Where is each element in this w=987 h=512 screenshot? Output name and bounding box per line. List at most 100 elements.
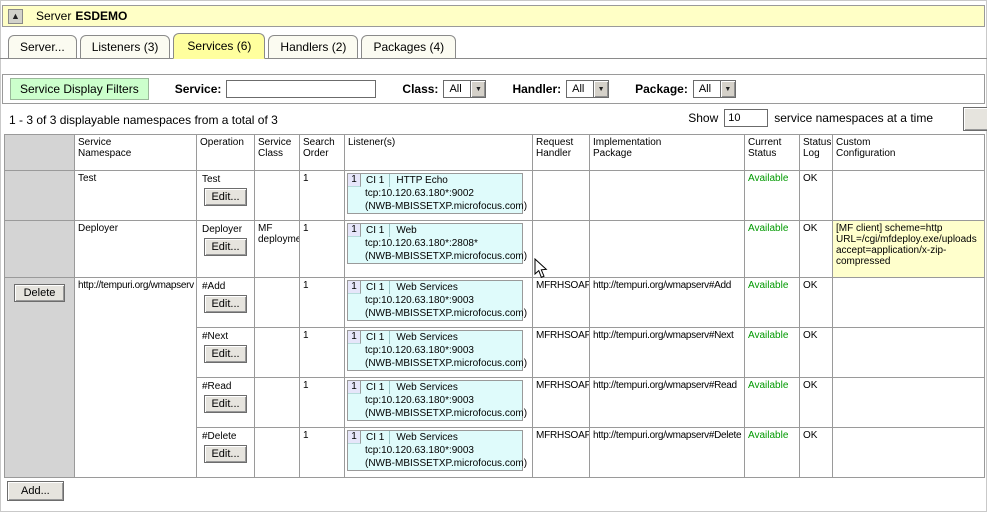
operation-cell: #Add Edit...	[197, 278, 255, 328]
listeners-cell: 1 CI 1 Web Services tcp:10.120.63.180*:9…	[345, 378, 533, 428]
listener-comms: CI 1	[361, 431, 390, 444]
namespace-count-summary: 1 - 3 of 3 displayable namespaces from a…	[9, 113, 278, 127]
package-filter-group: Package: All ▼	[635, 80, 736, 98]
listener-comms: CI 1	[361, 281, 390, 294]
refresh-button-partial[interactable]	[963, 107, 987, 131]
handler-filter-select[interactable]: All ▼	[566, 80, 609, 98]
request-handler-cell: MFRHSOAP	[533, 428, 590, 478]
operation-cell: Test Edit...	[197, 171, 255, 221]
chevron-down-icon[interactable]: ▼	[720, 81, 735, 97]
table-header-row: Service Namespace Operation Service Clas…	[5, 135, 985, 171]
custom-config-cell	[833, 328, 985, 378]
col-implementation-package: Implementation Package	[590, 135, 745, 171]
listener-host: (NWB-MBISSETXP.microfocus.com)	[348, 250, 522, 263]
listener-endpoint: tcp:10.120.63.180*:9003	[348, 394, 522, 407]
col-service-class: Service Class	[255, 135, 300, 171]
col-service-namespace: Service Namespace	[75, 135, 197, 171]
col-action	[5, 135, 75, 171]
listener-name: Web Services	[390, 281, 464, 294]
handler-filter-value: All	[567, 81, 593, 97]
tab-services[interactable]: Services (6)	[173, 33, 265, 59]
action-cell	[5, 221, 75, 278]
service-filter-input[interactable]	[226, 80, 376, 98]
class-filter-select[interactable]: All ▼	[443, 80, 486, 98]
custom-config-cell: [MF client] scheme=http URL=/cgi/mfdeplo…	[833, 221, 985, 278]
service-class-cell	[255, 328, 300, 378]
service-row-deployer: Deployer Deployer Edit... MF deployment …	[5, 221, 985, 278]
listener-endpoint: tcp:10.120.63.180*:9003	[348, 294, 522, 307]
listener-endpoint: tcp:10.120.63.180*:9003	[348, 444, 522, 457]
collapse-triangle-icon[interactable]: ▲	[8, 9, 23, 24]
custom-config-cell	[833, 171, 985, 221]
listener-host: (NWB-MBISSETXP.microfocus.com)	[348, 307, 522, 320]
search-order-cell: 1	[300, 171, 345, 221]
current-status-cell: Available	[745, 428, 800, 478]
current-status-cell: Available	[745, 378, 800, 428]
package-filter-select[interactable]: All ▼	[693, 80, 736, 98]
chevron-down-icon[interactable]: ▼	[470, 81, 485, 97]
service-filter-group: Service:	[175, 80, 377, 98]
custom-config-cell	[833, 428, 985, 478]
operation-name: #Next	[200, 330, 251, 342]
operation-cell: #Next Edit...	[197, 328, 255, 378]
listener-index: 1	[348, 431, 361, 444]
tab-handlers[interactable]: Handlers (2)	[268, 35, 358, 59]
implementation-cell: http://tempuri.org/wmapserv#Next	[590, 328, 745, 378]
operation-name: #Read	[200, 380, 251, 392]
edit-button[interactable]: Edit...	[204, 395, 246, 413]
operation-name: #Add	[200, 280, 251, 292]
edit-button[interactable]: Edit...	[204, 345, 246, 363]
request-handler-cell	[533, 171, 590, 221]
listener-index: 1	[348, 381, 361, 394]
class-filter-group: Class: All ▼	[402, 80, 486, 98]
listeners-cell: 1 CI 1 Web Services tcp:10.120.63.180*:9…	[345, 428, 533, 478]
listener-name: Web	[390, 224, 422, 237]
listener-entry: 1 CI 1 Web Services tcp:10.120.63.180*:9…	[347, 430, 523, 471]
chevron-down-icon[interactable]: ▼	[593, 81, 608, 97]
search-order-cell: 1	[300, 328, 345, 378]
listeners-cell: 1 CI 1 Web tcp:10.120.63.180*:2808* (NWB…	[345, 221, 533, 278]
mouse-cursor	[534, 258, 548, 279]
status-log-cell: OK	[800, 221, 833, 278]
listener-endpoint: tcp:10.120.63.180*:2808*	[348, 237, 522, 250]
server-titlebar: ▲ ServerESDEMO	[2, 5, 985, 27]
operation-name: Test	[200, 173, 251, 185]
operation-name: Deployer	[200, 223, 251, 235]
col-operation: Operation	[197, 135, 255, 171]
edit-button[interactable]: Edit...	[204, 295, 246, 313]
implementation-cell: http://tempuri.org/wmapserv#Add	[590, 278, 745, 328]
listener-comms: CI 1	[361, 381, 390, 394]
listener-entry: 1 CI 1 Web Services tcp:10.120.63.180*:9…	[347, 280, 523, 321]
listener-comms: CI 1	[361, 174, 390, 187]
listener-host: (NWB-MBISSETXP.microfocus.com)	[348, 200, 522, 213]
tab-packages[interactable]: Packages (4)	[361, 35, 456, 59]
tab-server[interactable]: Server...	[8, 35, 77, 59]
listener-index: 1	[348, 224, 361, 237]
operation-cell: #Read Edit...	[197, 378, 255, 428]
add-button[interactable]: Add...	[7, 481, 64, 501]
col-current-status: Current Status	[745, 135, 800, 171]
current-status-cell: Available	[745, 171, 800, 221]
operation-cell: Deployer Edit...	[197, 221, 255, 278]
delete-button[interactable]: Delete	[14, 284, 66, 302]
listener-name: Web Services	[390, 431, 464, 444]
class-filter-label: Class:	[402, 82, 438, 96]
col-custom-configuration: Custom Configuration	[833, 135, 985, 171]
edit-button[interactable]: Edit...	[204, 238, 246, 256]
server-title: ServerESDEMO	[36, 9, 127, 23]
show-count-input[interactable]	[724, 109, 768, 127]
service-row-wmapserv-add: Delete http://tempuri.org/wmapserv #Add …	[5, 278, 985, 328]
request-handler-cell: MFRHSOAP	[533, 378, 590, 428]
col-search-order: Search Order	[300, 135, 345, 171]
listeners-cell: 1 CI 1 HTTP Echo tcp:10.120.63.180*:9002…	[345, 171, 533, 221]
service-class-cell	[255, 378, 300, 428]
status-log-cell: OK	[800, 328, 833, 378]
edit-button[interactable]: Edit...	[204, 188, 246, 206]
edit-button[interactable]: Edit...	[204, 445, 246, 463]
status-log-cell: OK	[800, 171, 833, 221]
listeners-cell: 1 CI 1 Web Services tcp:10.120.63.180*:9…	[345, 328, 533, 378]
tab-listeners[interactable]: Listeners (3)	[80, 35, 171, 59]
service-filter-label: Service:	[175, 82, 222, 96]
namespace-cell: http://tempuri.org/wmapserv	[75, 278, 197, 478]
listener-name: Web Services	[390, 331, 464, 344]
